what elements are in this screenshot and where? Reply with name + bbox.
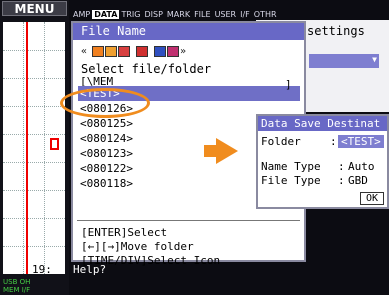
delete-icon[interactable] xyxy=(136,45,148,57)
file-type-value[interactable]: GBD xyxy=(348,174,368,187)
folder-value[interactable]: <TEST> xyxy=(338,135,384,148)
tab-mark[interactable]: MARK xyxy=(165,10,192,19)
status-line: USB OH xyxy=(3,278,31,286)
next-arrow-icon[interactable]: » xyxy=(180,46,190,57)
folder-red-icon[interactable] xyxy=(118,45,130,57)
tab-file[interactable]: FILE xyxy=(192,10,212,19)
tab-user[interactable]: USER xyxy=(213,10,239,19)
menu-button[interactable]: MENU xyxy=(2,1,67,16)
settings-dropdown[interactable] xyxy=(309,54,379,68)
grid-line xyxy=(3,162,65,163)
folder-icon[interactable] xyxy=(105,45,117,57)
dialog-title: File Name xyxy=(73,23,304,40)
divider xyxy=(77,220,300,221)
separator: : xyxy=(338,160,345,173)
separator: : xyxy=(338,174,345,187)
file-type-label: File Type xyxy=(261,174,321,187)
grid-line xyxy=(3,50,65,51)
grid-line xyxy=(44,22,45,274)
tab-if[interactable]: I/F xyxy=(238,10,252,19)
tab-trig[interactable]: TRIG xyxy=(119,10,142,19)
separator: : xyxy=(330,135,337,148)
status-indicator: USB OH MEM I/F xyxy=(3,278,30,294)
name-type-label: Name Type xyxy=(261,160,321,173)
ok-button[interactable]: OK xyxy=(360,192,384,205)
save-icon[interactable] xyxy=(154,45,166,57)
grid-line xyxy=(23,22,24,274)
callout-arrow-icon xyxy=(204,138,238,164)
grid-line xyxy=(3,134,65,135)
path-bracket: ] xyxy=(285,78,292,91)
new-folder-icon[interactable] xyxy=(167,45,179,57)
file-toolbar: « » xyxy=(81,44,190,58)
help-line: [←][→]Move folder xyxy=(81,240,194,253)
tab-data[interactable]: DATA xyxy=(92,10,120,19)
prev-arrow-icon[interactable]: « xyxy=(81,46,91,57)
waveform-trace xyxy=(26,22,28,274)
tab-disp[interactable]: DISP xyxy=(142,10,164,19)
grid-line xyxy=(3,78,65,79)
help-bar: Help? xyxy=(73,263,107,276)
grid-line xyxy=(3,190,65,191)
trace-marker xyxy=(50,138,59,150)
folder-up-icon[interactable] xyxy=(92,45,104,57)
save-destination-dialog: Data Save Destinat Folder : <TEST> Name … xyxy=(256,114,389,209)
help-line: [ENTER]Select xyxy=(81,226,168,239)
status-line: MEM I/F xyxy=(3,286,31,294)
tab-othr[interactable]: OTHR xyxy=(252,10,279,19)
grid-line xyxy=(3,246,65,247)
path-row: [\MEM xyxy=(80,77,114,86)
select-label: Select file/folder xyxy=(81,62,212,76)
folder-label: Folder xyxy=(261,135,301,148)
settings-title: settings xyxy=(307,24,365,38)
tab-amp[interactable]: AMP xyxy=(71,10,92,19)
grid-line xyxy=(3,106,65,107)
name-type-value[interactable]: Auto xyxy=(348,160,375,173)
grid-line xyxy=(3,218,65,219)
time-label: 19: xyxy=(32,263,52,276)
menu-tab-bar: AMP DATA TRIG DISP MARK FILE USER I/F OTHR xyxy=(71,9,279,21)
left-panel: MENU 19: USB OH MEM I/F xyxy=(0,0,69,295)
dialog-title: Data Save Destinat xyxy=(258,116,387,131)
highlight-ring xyxy=(60,88,150,118)
app-screen: MENU 19: USB OH MEM I/F AMP DATA TRIG DISP M… xyxy=(0,0,389,295)
